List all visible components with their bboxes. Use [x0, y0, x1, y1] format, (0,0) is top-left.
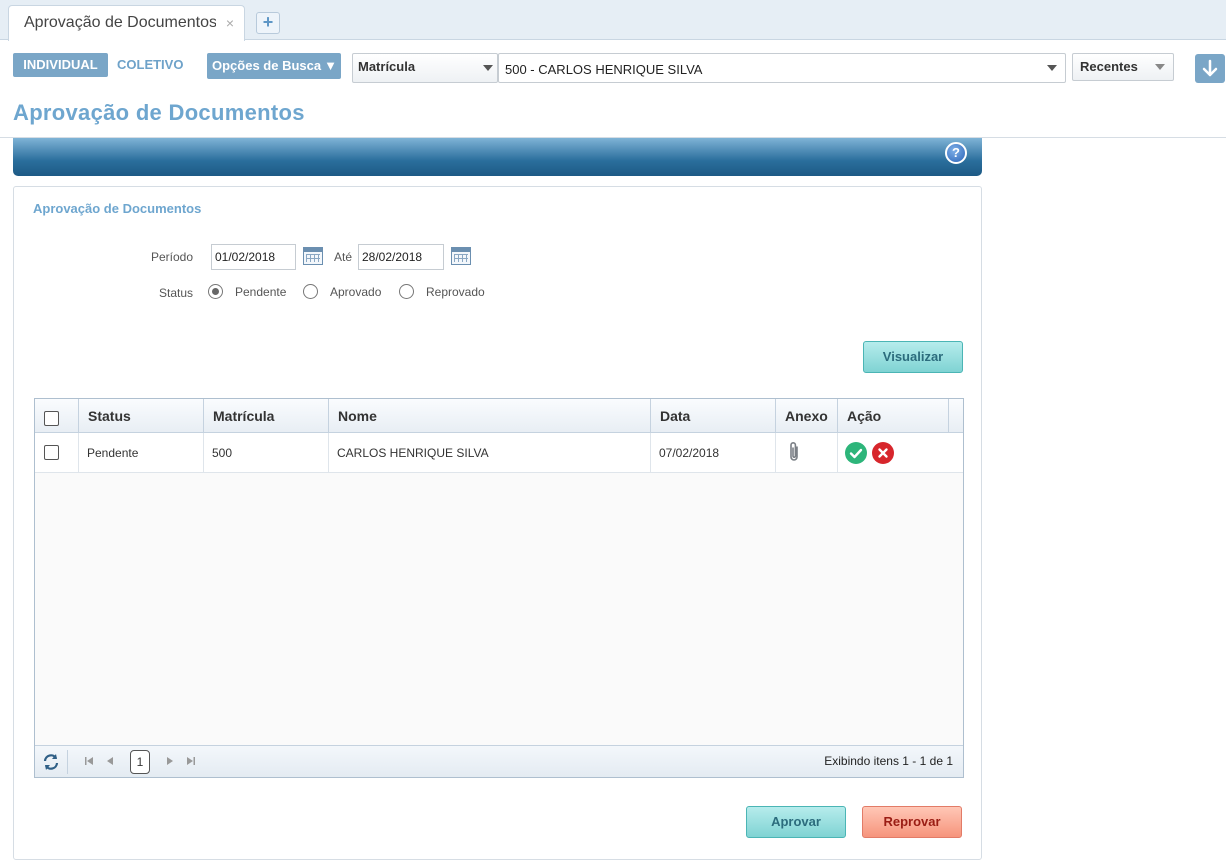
chevron-down-icon: [1155, 64, 1165, 70]
last-page-icon[interactable]: [184, 754, 198, 768]
arrow-down-icon: [1202, 59, 1218, 77]
table-row[interactable]: Pendente 500 CARLOS HENRIQUE SILVA 07/02…: [35, 433, 963, 473]
status-pendente-radio[interactable]: [208, 284, 223, 299]
grid-pager: 1 Exibindo itens 1 - 1 de 1: [35, 745, 963, 777]
previous-page-icon[interactable]: [103, 754, 117, 768]
reject-icon[interactable]: [872, 442, 894, 464]
page-title: Aprovação de Documentos: [13, 100, 305, 125]
pager-info: Exibindo itens 1 - 1 de 1: [824, 754, 953, 768]
column-header-nome[interactable]: Nome: [329, 399, 651, 433]
column-header-status[interactable]: Status: [79, 399, 204, 433]
tab-strip: Aprovação de Documentos × +: [0, 0, 1226, 41]
recentes-select[interactable]: Recentes: [1072, 53, 1174, 81]
search-type-value: Matrícula: [358, 59, 416, 74]
date-to-input[interactable]: [358, 244, 444, 270]
panel-title: Aprovação de Documentos: [33, 201, 202, 216]
ate-label: Até: [334, 250, 353, 264]
cell-matricula: 500: [204, 433, 329, 473]
search-options-label: Opções de Busca: [212, 58, 322, 73]
visualizar-button[interactable]: Visualizar: [863, 341, 963, 373]
help-icon[interactable]: ?: [945, 142, 967, 164]
date-from-input[interactable]: [211, 244, 296, 270]
next-page-icon[interactable]: [163, 754, 177, 768]
status-aprovado-label[interactable]: Aprovado: [330, 285, 381, 299]
periodo-label: Período: [151, 250, 194, 264]
section-header-bar: ?: [13, 138, 982, 176]
status-aprovado-radio[interactable]: [303, 284, 318, 299]
person-search-combo[interactable]: 500 - CARLOS HENRIQUE SILVA: [498, 53, 1066, 83]
reprovar-button[interactable]: Reprovar: [862, 806, 962, 838]
calendar-icon[interactable]: [451, 247, 471, 265]
caret-down-icon: ▼: [324, 58, 337, 73]
coletivo-button[interactable]: COLETIVO: [117, 53, 183, 77]
cell-data: 07/02/2018: [651, 433, 776, 473]
select-all-checkbox[interactable]: [44, 411, 59, 426]
close-icon[interactable]: ×: [226, 15, 234, 31]
column-header-anexo: Anexo: [776, 399, 838, 433]
download-button[interactable]: [1195, 54, 1225, 83]
status-label: Status: [159, 286, 194, 300]
select-all-cell: [35, 399, 79, 433]
grid-header: Status Matrícula Nome Data Anexo Ação: [35, 399, 963, 433]
paperclip-icon[interactable]: [787, 441, 801, 463]
tab-aprovacao-documentos[interactable]: Aprovação de Documentos ×: [8, 5, 245, 41]
first-page-icon[interactable]: [82, 754, 96, 768]
add-tab-button[interactable]: +: [256, 12, 280, 34]
row-checkbox[interactable]: [44, 445, 59, 460]
status-reprovado-label[interactable]: Reprovado: [426, 285, 485, 299]
current-page-button[interactable]: 1: [130, 750, 150, 774]
chevron-down-icon[interactable]: [1047, 65, 1057, 71]
status-pendente-label[interactable]: Pendente: [235, 285, 286, 299]
approve-icon[interactable]: [845, 442, 867, 464]
column-header-acao: Ação: [838, 399, 949, 433]
row-select-cell: [35, 433, 79, 473]
search-options-button[interactable]: Opções de Busca ▼: [207, 53, 341, 79]
person-search-value: 500 - CARLOS HENRIQUE SILVA: [505, 62, 703, 77]
status-reprovado-radio[interactable]: [399, 284, 414, 299]
search-type-select[interactable]: Matrícula: [352, 53, 498, 83]
documents-grid: Status Matrícula Nome Data Anexo Ação Pe…: [34, 398, 964, 778]
tab-title[interactable]: Aprovação de Documentos: [24, 14, 216, 32]
refresh-icon[interactable]: [42, 753, 60, 771]
pager-divider: [67, 750, 68, 774]
cell-status: Pendente: [79, 433, 204, 473]
calendar-icon[interactable]: [303, 247, 323, 265]
column-header-matricula[interactable]: Matrícula: [204, 399, 329, 433]
chevron-down-icon: [483, 65, 493, 71]
aprovar-button[interactable]: Aprovar: [746, 806, 846, 838]
recentes-label: Recentes: [1080, 59, 1138, 74]
cell-anexo: [776, 433, 838, 473]
approval-panel: Aprovação de Documentos Período Até Stat…: [13, 186, 982, 860]
cell-nome: CARLOS HENRIQUE SILVA: [329, 433, 651, 473]
column-header-data[interactable]: Data: [651, 399, 776, 433]
individual-button[interactable]: INDIVIDUAL: [13, 53, 108, 77]
